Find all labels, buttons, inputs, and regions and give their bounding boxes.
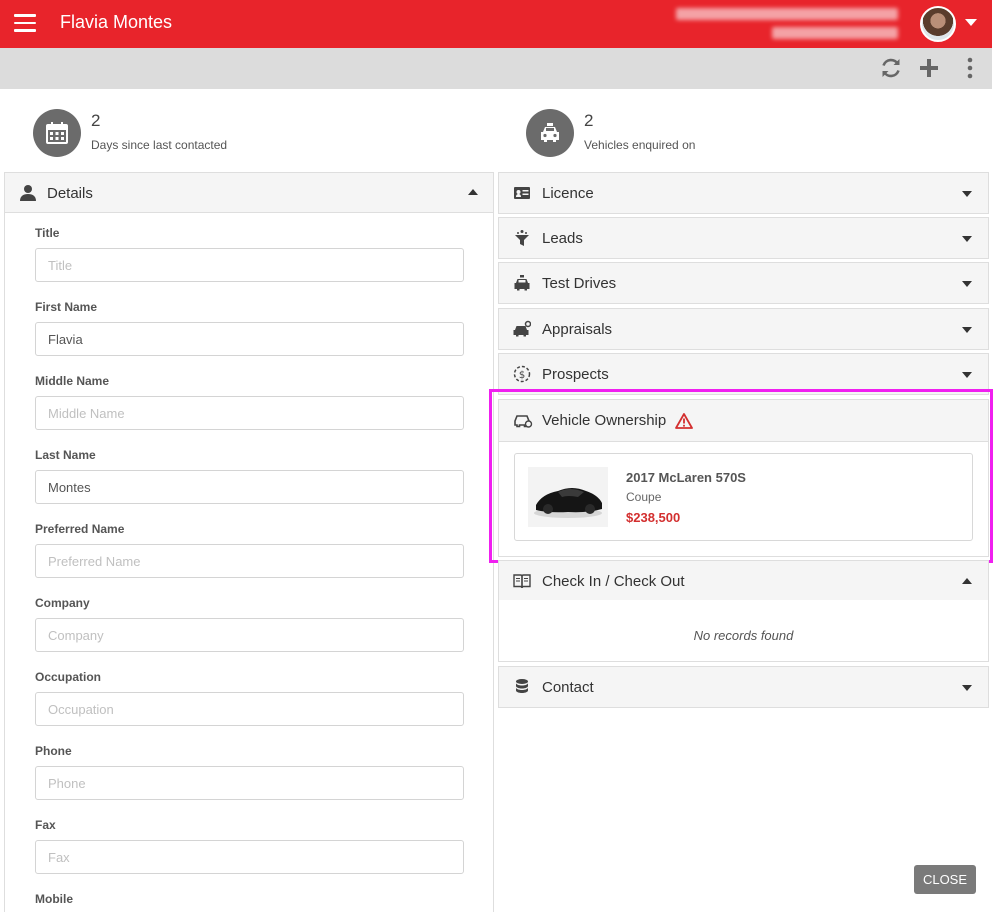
collapse-caret-up-icon[interactable] [468,189,478,195]
phone-input[interactable] [35,766,464,800]
section-title: Contact [542,679,594,696]
vehicle-ownership-panel: Vehicle Ownership 2017 McLaren 570S Coup… [498,399,989,557]
section-title: Licence [542,185,594,202]
chevron-up-icon [962,578,972,584]
add-icon[interactable] [917,56,941,80]
occupation-label: Occupation [35,670,102,684]
blurred-user-info [772,27,898,39]
user-icon [20,185,36,201]
car-appraisal-icon [513,320,531,337]
vehicles-enquired-label: Vehicles enquired on [584,138,696,152]
company-label: Company [35,596,90,610]
title-label: Title [35,226,60,240]
toolbar [0,48,992,89]
section-title: Test Drives [542,275,617,292]
company-input[interactable] [35,618,464,652]
occupation-input[interactable] [35,692,464,726]
chevron-down-icon [962,191,972,197]
first-name-label: First Name [35,300,98,314]
close-button[interactable]: CLOSE [914,865,976,894]
section-licence[interactable]: Licence [498,172,989,214]
section-title: Vehicle Ownership [542,412,667,429]
last-name-input[interactable] [35,470,464,504]
vehicle-name: 2017 McLaren 570S [626,470,746,485]
warning-icon [675,413,693,429]
more-vertical-icon[interactable] [958,56,982,80]
days-since-contact-value: 2 [91,111,101,130]
chevron-down-icon [962,236,972,242]
section-title: Appraisals [542,321,613,338]
section-appraisals[interactable]: Appraisals [498,308,989,350]
vehicles-enquired-value: 2 [584,111,594,130]
vehicle-photo [528,467,608,527]
user-menu-chevron-down-icon[interactable] [965,19,977,26]
car-key-icon [514,415,533,428]
middle-name-label: Middle Name [35,374,110,388]
preferred-name-input[interactable] [35,544,464,578]
section-check-in-out[interactable]: Check In / Check Out [498,560,989,601]
chevron-down-icon [962,327,972,333]
dollar-circle-icon: $ [513,365,531,383]
blurred-user-info [676,8,898,20]
mobile-label: Mobile [35,892,73,906]
vehicle-card[interactable]: 2017 McLaren 570S Coupe $238,500 [514,453,973,541]
check-in-out-body: No records found [498,600,989,662]
last-name-label: Last Name [35,448,96,462]
svg-text:$: $ [519,370,525,381]
book-icon [513,574,531,589]
middle-name-input[interactable] [35,396,464,430]
fax-input[interactable] [35,840,464,874]
details-title: Details [47,185,93,202]
refresh-icon[interactable] [879,56,903,80]
chevron-down-icon [962,685,972,691]
details-panel: Details Title First Name Middle Name Las… [4,172,494,912]
section-title: Leads [542,230,583,247]
avatar[interactable] [920,6,956,42]
section-prospects[interactable]: $ Prospects [498,353,989,395]
first-name-input[interactable] [35,322,464,356]
car-icon [514,275,530,291]
section-leads[interactable]: Leads [498,217,989,259]
vehicle-ownership-header[interactable]: Vehicle Ownership [499,400,988,442]
vehicle-price: $238,500 [626,510,681,525]
app-header: Flavia Montes [0,0,992,48]
days-since-contact-label: Days since last contacted [91,138,228,152]
empty-state-text: No records found [693,628,794,643]
calendar-icon [33,109,81,157]
database-icon [516,679,528,693]
chevron-down-icon [962,372,972,378]
section-contact[interactable]: Contact [498,666,989,708]
title-input[interactable] [35,248,464,282]
section-title: Prospects [542,366,609,383]
hamburger-menu-icon[interactable] [14,14,36,32]
vehicle-body-type: Coupe [626,490,662,504]
funnel-icon [515,230,529,246]
car-icon [526,109,574,157]
details-panel-header[interactable]: Details [5,173,493,213]
section-test-drives[interactable]: Test Drives [498,262,989,304]
chevron-down-icon [962,281,972,287]
section-title: Check In / Check Out [542,573,685,590]
phone-label: Phone [35,744,72,758]
id-card-icon [514,187,530,199]
page-title: Flavia Montes [60,12,173,32]
preferred-name-label: Preferred Name [35,522,125,536]
fax-label: Fax [35,818,56,832]
